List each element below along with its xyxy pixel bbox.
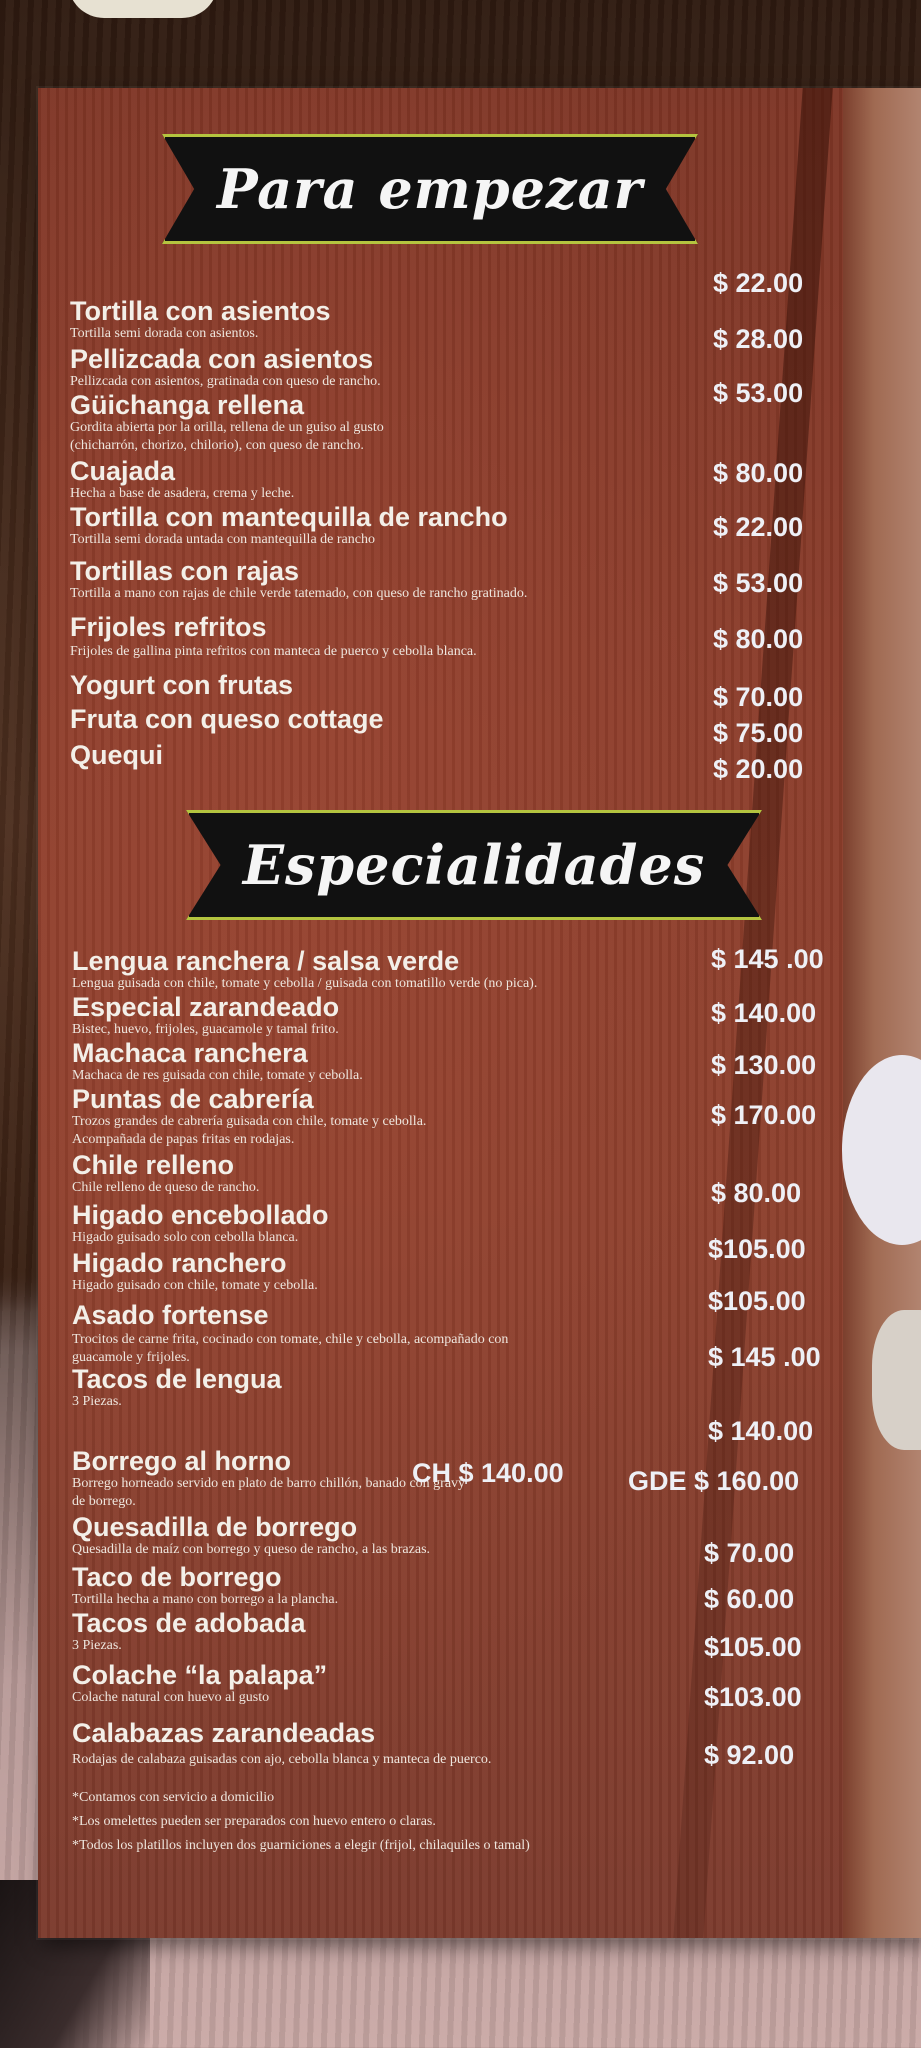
item-desc: Bistec, huevo, frijoles, guacamole y tam… bbox=[72, 1022, 339, 1037]
footnote: *Todos los platillos incluyen dos guarni… bbox=[72, 1838, 530, 1853]
item-price: $105.00 bbox=[708, 1234, 806, 1264]
item-price: $ 70.00 bbox=[704, 1538, 795, 1568]
section-banner-starters: Para empezar bbox=[162, 134, 698, 244]
item-price: $ 80.00 bbox=[713, 624, 804, 654]
item-desc: Gordita abierta por la orilla, rellena d… bbox=[70, 420, 384, 435]
item-name: Higado ranchero bbox=[72, 1248, 287, 1278]
item-name: Cuajada bbox=[70, 456, 176, 486]
item-price-large: GDE $ 160.00 bbox=[628, 1466, 800, 1496]
item-name: Tortilla con mantequilla de rancho bbox=[70, 502, 508, 532]
item-desc: Hecha a base de asadera, crema y leche. bbox=[70, 486, 295, 501]
item-name: Güichanga rellena bbox=[70, 390, 305, 420]
item-price: $105.00 bbox=[704, 1632, 802, 1662]
item-name: Asado fortense bbox=[72, 1300, 269, 1330]
item-name: Especial zarandeado bbox=[72, 992, 340, 1022]
item-desc: Trocitos de carne frita, cocinado con to… bbox=[72, 1332, 509, 1347]
card-edge bbox=[843, 88, 921, 1938]
item-desc: Quesadilla de maíz con borrego y queso d… bbox=[72, 1542, 431, 1557]
item-desc: Rodajas de calabaza guisadas con ajo, ce… bbox=[72, 1752, 492, 1767]
item-name: Borrego al horno bbox=[72, 1446, 292, 1476]
item-price: $ 22.00 bbox=[713, 268, 804, 298]
item-desc: Pellizcada con asientos, gratinada con q… bbox=[70, 374, 381, 389]
item-name: Quesadilla de borrego bbox=[72, 1512, 358, 1542]
item-desc-line2: Acompañada de papas fritas en rodajas. bbox=[72, 1132, 295, 1147]
item-price: $ 80.00 bbox=[711, 1178, 802, 1208]
item-name: Higado encebollado bbox=[72, 1200, 329, 1230]
cup bbox=[872, 1310, 921, 1450]
item-name: Chile relleno bbox=[72, 1150, 235, 1180]
item-desc: Frijoles de gallina pinta refritos con m… bbox=[70, 644, 477, 659]
item-price: $105.00 bbox=[708, 1286, 806, 1316]
item-desc: Machaca de res guisada con chile, tomate… bbox=[72, 1068, 363, 1083]
item-desc: Borrego horneado servido en plato de bar… bbox=[72, 1476, 466, 1491]
item-desc: Trozos grandes de cabrería guisada con c… bbox=[72, 1114, 427, 1129]
item-desc: Tortilla a mano con rajas de chile verde… bbox=[70, 586, 528, 601]
item-desc: Higado guisado solo con cebolla blanca. bbox=[72, 1230, 299, 1245]
item-desc: Colache natural con huevo al gusto bbox=[72, 1690, 270, 1705]
item-price: $ 130.00 bbox=[711, 1050, 817, 1080]
item-name: Tortilla con asientos bbox=[70, 296, 331, 326]
item-name: Tortillas con rajas bbox=[70, 556, 300, 586]
item-name: Tacos de adobada bbox=[72, 1608, 306, 1638]
section-title: Especialidades bbox=[242, 833, 706, 897]
item-name: Taco de borrego bbox=[72, 1562, 282, 1592]
item-price: $ 53.00 bbox=[713, 378, 804, 408]
footnote: *Los omelettes pueden ser preparados con… bbox=[72, 1814, 436, 1829]
item-price: $ 22.00 bbox=[713, 512, 804, 542]
item-price: $ 53.00 bbox=[713, 568, 804, 598]
item-price: $ 145 .00 bbox=[711, 944, 824, 974]
item-price: $ 20.00 bbox=[713, 754, 804, 784]
item-price: $ 75.00 bbox=[713, 718, 804, 748]
item-price-small: CH $ 140.00 bbox=[412, 1458, 564, 1488]
item-price: $ 60.00 bbox=[704, 1584, 795, 1614]
item-price: $ 145 .00 bbox=[708, 1342, 821, 1372]
item-desc-line2: de borrego. bbox=[72, 1494, 136, 1509]
item-desc: Lengua guisada con chile, tomate y cebol… bbox=[72, 976, 538, 991]
item-name: Colache “la palapa” bbox=[72, 1660, 328, 1690]
item-desc: Tortilla semi dorada con asientos. bbox=[70, 326, 259, 341]
item-name: Machaca ranchera bbox=[72, 1038, 308, 1068]
item-price: $ 140.00 bbox=[708, 1416, 814, 1446]
item-desc-line2: (chicharrón, chorizo, chilorio), con que… bbox=[70, 438, 364, 453]
item-price: $ 80.00 bbox=[713, 458, 804, 488]
item-desc: Chile relleno de queso de rancho. bbox=[72, 1180, 260, 1195]
item-name: Yogurt con frutas bbox=[70, 670, 294, 700]
item-name: Tacos de lengua bbox=[72, 1364, 282, 1394]
item-name: Lengua ranchera / salsa verde bbox=[72, 946, 460, 976]
item-name: Fruta con queso cottage bbox=[70, 704, 384, 734]
item-name: Calabazas zarandeadas bbox=[72, 1718, 376, 1748]
item-name: Frijoles refritos bbox=[70, 612, 267, 642]
item-desc: Tortilla hecha a mano con borrego a la p… bbox=[72, 1592, 339, 1607]
item-name: Puntas de cabrería bbox=[72, 1084, 314, 1114]
item-desc: 3 Piezas. bbox=[72, 1638, 122, 1653]
item-price: $ 170.00 bbox=[711, 1100, 817, 1130]
item-price: $103.00 bbox=[704, 1682, 802, 1712]
item-name: Quequi bbox=[70, 740, 163, 770]
footnote: *Contamos con servicio a domicilio bbox=[72, 1790, 275, 1805]
cup-rim bbox=[68, 0, 218, 18]
item-price: $ 28.00 bbox=[713, 324, 804, 354]
item-desc: 3 Piezas. bbox=[72, 1394, 122, 1409]
item-price: $ 140.00 bbox=[711, 998, 817, 1028]
item-price: $ 70.00 bbox=[713, 682, 804, 712]
section-banner-specialties: Especialidades bbox=[186, 810, 762, 920]
item-desc: Tortilla semi dorada untada con mantequi… bbox=[70, 532, 375, 547]
menu-card: Para empezar Tortilla con asientos Torti… bbox=[38, 88, 921, 1938]
item-name: Pellizcada con asientos bbox=[70, 344, 374, 374]
section-title: Para empezar bbox=[216, 157, 644, 221]
item-price: $ 92.00 bbox=[704, 1740, 795, 1770]
item-desc: Higado guisado con chile, tomate y cebol… bbox=[72, 1278, 318, 1293]
